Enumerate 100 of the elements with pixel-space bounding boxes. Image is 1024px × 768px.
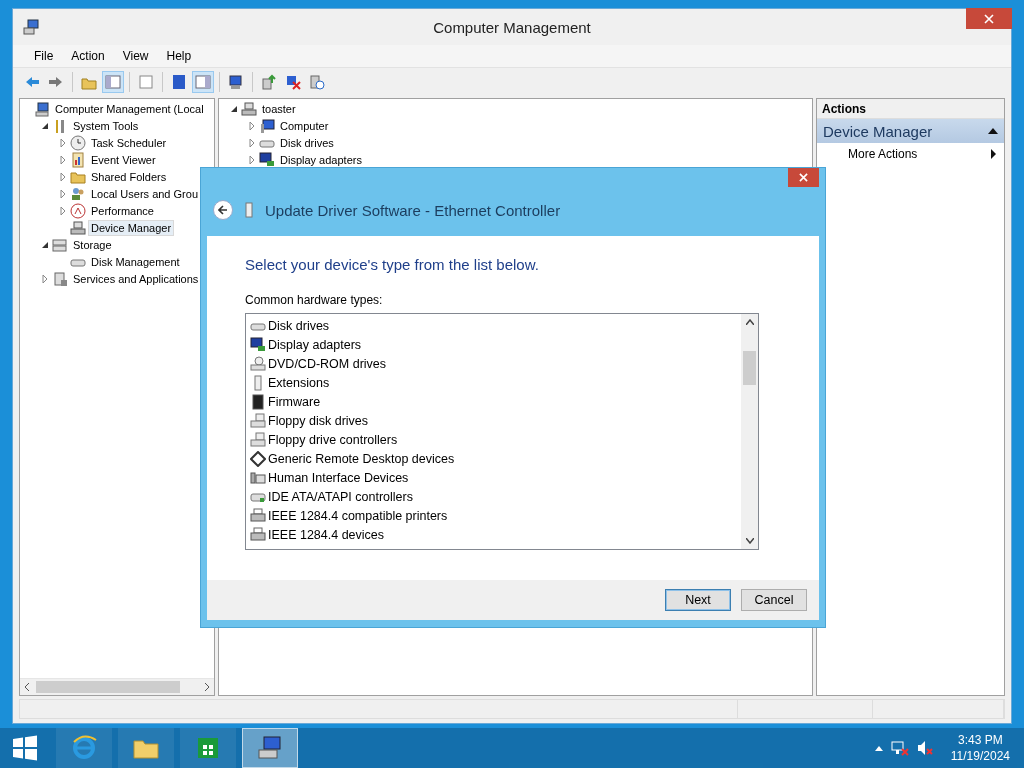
taskbar-app-button[interactable]: [180, 728, 236, 768]
vertical-scrollbar[interactable]: [741, 314, 758, 549]
tree-item[interactable]: Task Scheduler: [88, 134, 170, 151]
computer-management-icon: [256, 734, 284, 762]
scroll-left-icon[interactable]: [24, 683, 30, 691]
list-item[interactable]: IEEE 1284.4 devices: [250, 525, 741, 544]
expand-icon[interactable]: [247, 120, 257, 131]
services-icon: [52, 270, 68, 287]
actions-section[interactable]: Device Manager: [817, 119, 1004, 143]
computer-icon: [34, 100, 50, 117]
printer-icon: [250, 526, 266, 543]
tree-item[interactable]: Services and Applications: [70, 270, 202, 287]
display-icon: [259, 151, 275, 168]
clock-time[interactable]: 3:43 PM: [958, 732, 1003, 748]
taskbar-app-button[interactable]: [118, 728, 174, 768]
list-item[interactable]: Generic Remote Desktop devices: [250, 449, 741, 468]
action-pane-icon: [195, 74, 211, 90]
chip-icon: [250, 393, 266, 410]
scroll-right-icon[interactable]: [204, 683, 210, 691]
tree-item[interactable]: Local Users and Grou: [88, 185, 201, 202]
tree-item[interactable]: Computer: [277, 117, 332, 134]
expand-icon[interactable]: [58, 154, 68, 165]
menu-item[interactable]: File: [25, 49, 63, 63]
network-disconnected-icon[interactable]: [890, 740, 909, 756]
menu-item[interactable]: View: [113, 49, 158, 63]
instruction-heading: Select your device's type from the list below.: [245, 256, 540, 273]
collapse-icon: [988, 128, 998, 134]
dialog-title: Update Driver Software - Ethernet Controller: [265, 201, 561, 219]
network-card-icon: [245, 202, 253, 218]
tree-item[interactable]: Computer Management (Local: [52, 100, 207, 117]
list-item[interactable]: DVD/CD-ROM drives: [250, 354, 741, 373]
list-item[interactable]: IDE ATA/ATAPI controllers: [250, 487, 741, 506]
expand-icon[interactable]: [40, 273, 50, 284]
dialog-button[interactable]: Next: [665, 589, 731, 611]
help-icon: [171, 74, 187, 90]
console-tree-icon: [105, 74, 121, 90]
browser-icon: [70, 734, 98, 762]
expand-icon[interactable]: [58, 205, 68, 216]
remote-desktop-icon: [250, 450, 266, 467]
optical-drive-icon: [250, 355, 266, 372]
window-title: Computer Management: [432, 18, 592, 36]
tree-item[interactable]: Disk drives: [277, 134, 337, 151]
close-button[interactable]: [966, 8, 1012, 29]
forward-icon: [48, 74, 64, 90]
tree-item[interactable]: System Tools: [70, 117, 142, 134]
show-hidden-icons-icon[interactable]: [874, 745, 883, 751]
dialog-button[interactable]: Cancel: [741, 589, 807, 611]
clock-date[interactable]: 11/19/2024: [950, 748, 1010, 764]
scrollbar-thumb[interactable]: [743, 351, 756, 385]
tree-item[interactable]: Event Viewer: [88, 151, 159, 168]
clock-icon: [70, 134, 86, 151]
printer-icon: [250, 507, 266, 524]
expand-icon[interactable]: [58, 188, 68, 199]
list-item[interactable]: Display adapters: [250, 335, 741, 354]
section-title: Device Manager: [823, 122, 933, 140]
storage-icon: [52, 236, 68, 253]
back-icon: [24, 74, 40, 90]
device-up-icon: [261, 74, 277, 90]
action-link[interactable]: More Actions: [848, 147, 918, 161]
back-button[interactable]: [213, 200, 233, 220]
devices-icon: [241, 100, 257, 117]
close-button[interactable]: [788, 168, 819, 187]
list-item[interactable]: Floppy drive controllers: [250, 430, 741, 449]
scroll-up-icon[interactable]: [745, 319, 754, 325]
taskbar-app-button[interactable]: [242, 728, 298, 768]
properties-icon: [138, 74, 154, 90]
tree-item[interactable]: toaster: [259, 100, 299, 117]
list-label: Common hardware types:: [245, 293, 384, 307]
monitor-icon: [259, 117, 275, 134]
device-scan-icon: [309, 74, 325, 90]
tree-item[interactable]: Storage: [70, 236, 115, 253]
devices-icon: [70, 219, 86, 236]
list-item[interactable]: Disk drives: [250, 316, 741, 335]
list-item[interactable]: Human Interface Devices: [250, 468, 741, 487]
speaker-muted-icon[interactable]: [916, 740, 933, 756]
tree-item[interactable]: Performance: [88, 202, 157, 219]
expand-icon[interactable]: [247, 154, 257, 165]
tree-item[interactable]: Device Manager: [88, 219, 175, 236]
close-icon: [984, 13, 994, 24]
menu-item[interactable]: Help: [157, 49, 201, 63]
list-item[interactable]: IEEE 1284.4 compatible printers: [250, 506, 741, 525]
list-item[interactable]: Firmware: [250, 392, 741, 411]
app-icon: [23, 19, 39, 35]
tree-item[interactable]: Display adapters: [277, 151, 365, 168]
expand-icon[interactable]: [247, 137, 257, 148]
scroll-down-icon[interactable]: [745, 538, 754, 544]
list-item[interactable]: Extensions: [250, 373, 741, 392]
list-item[interactable]: Floppy disk drives: [250, 411, 741, 430]
horizontal-scrollbar[interactable]: [20, 678, 214, 695]
gauge-icon: [70, 202, 86, 219]
menu-item[interactable]: Action: [62, 49, 114, 63]
expand-icon[interactable]: [58, 171, 68, 182]
close-icon: [799, 173, 808, 182]
tree-item[interactable]: Shared Folders: [88, 168, 170, 185]
scrollbar-thumb[interactable]: [36, 681, 180, 693]
tree-item[interactable]: Disk Management: [88, 253, 183, 270]
keyboard-icon: [250, 469, 266, 486]
expand-icon[interactable]: [58, 137, 68, 148]
display-icon: [250, 336, 266, 353]
actions-header: Actions: [817, 99, 1004, 119]
